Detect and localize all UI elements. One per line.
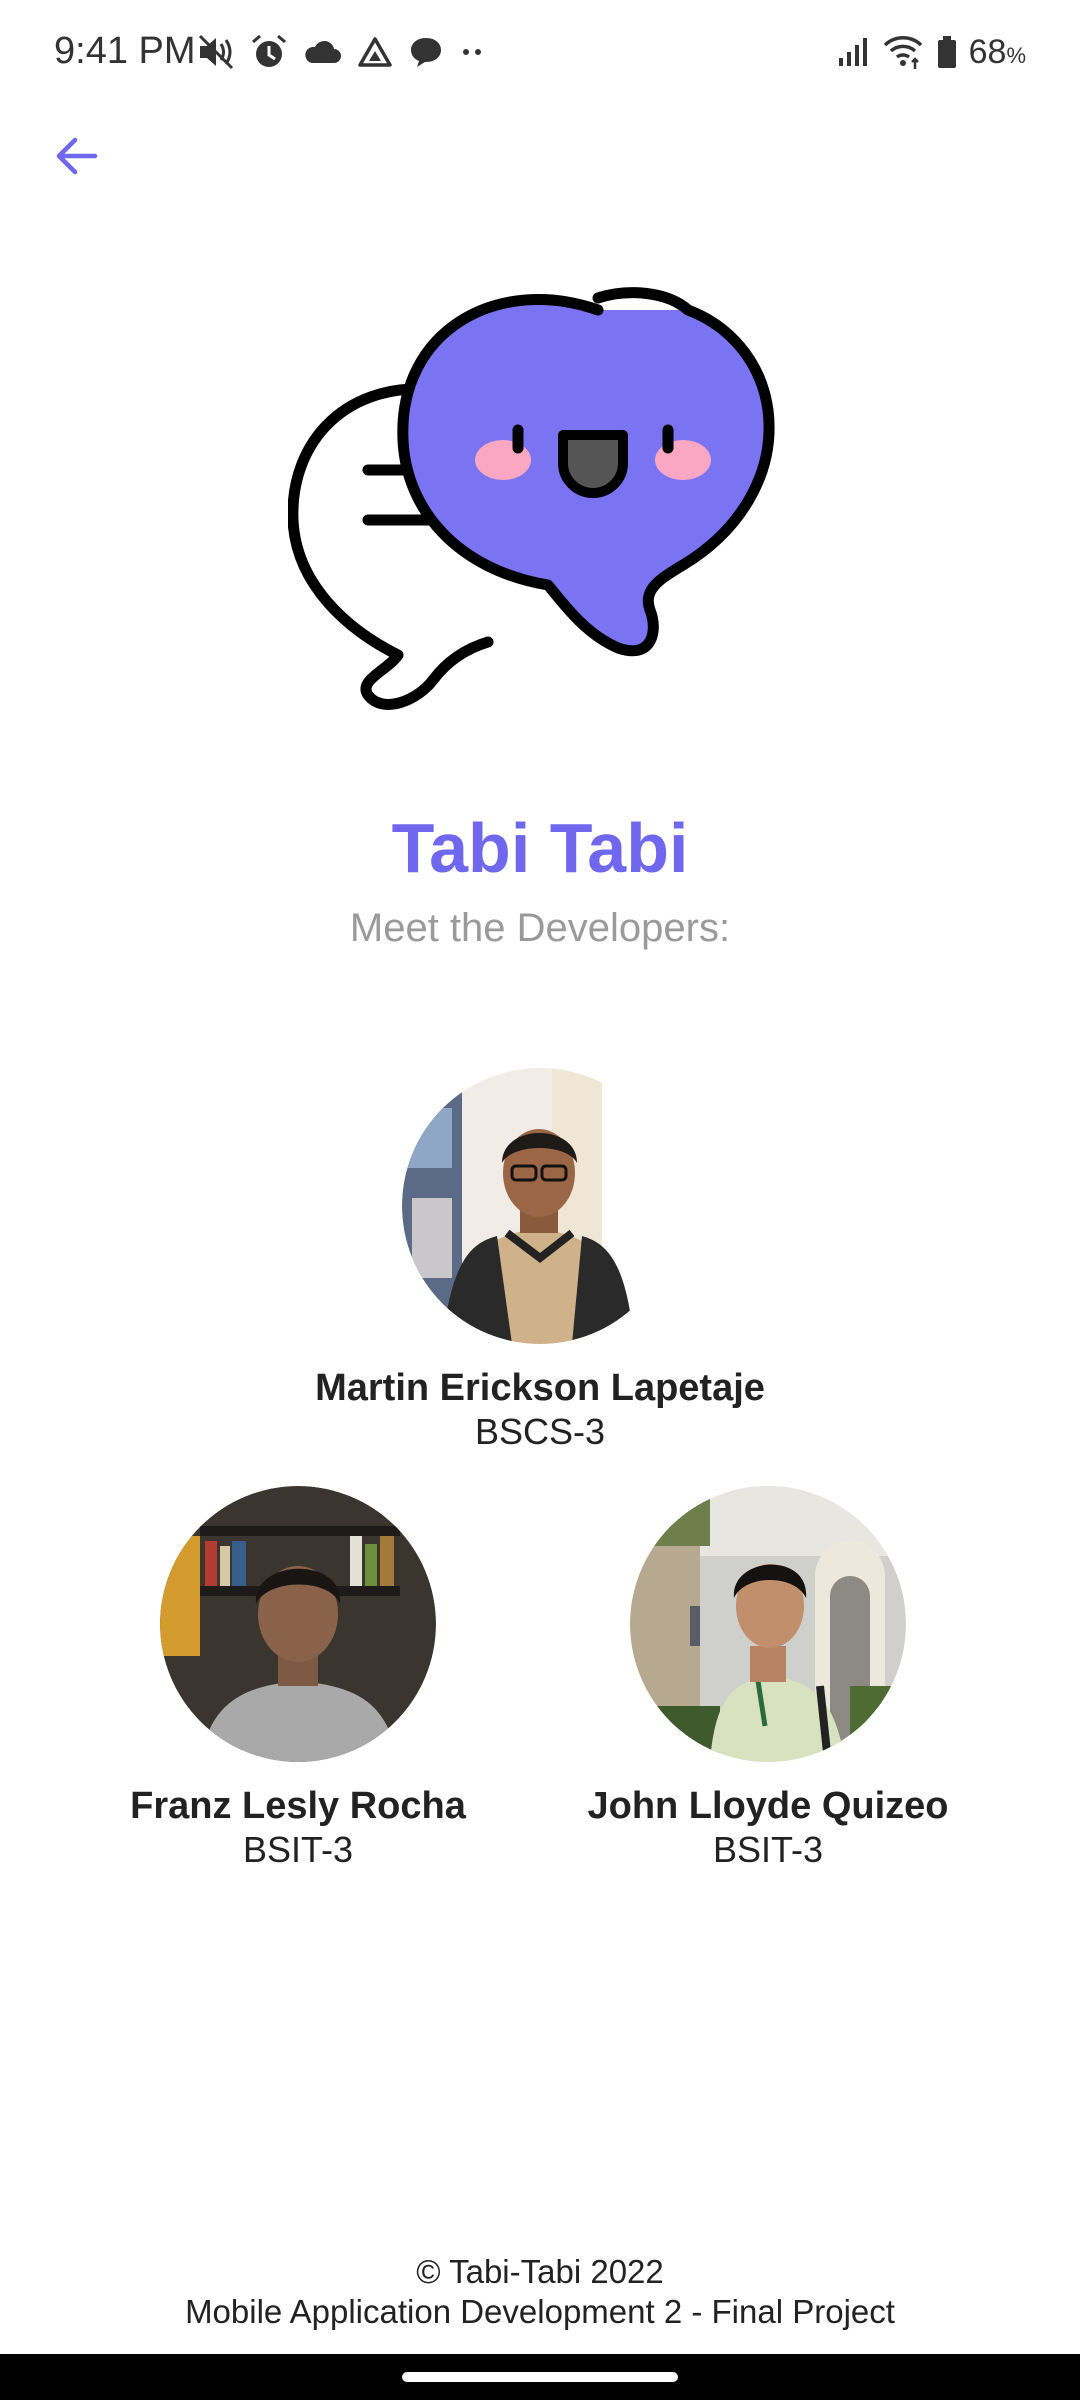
developer-name: Martin Erickson Lapetaje (315, 1367, 765, 1409)
status-time: 9:41 PM (54, 30, 196, 72)
footer: © Tabi-Tabi 2022 Mobile Application Deve… (0, 2252, 1080, 2332)
chat-icon (411, 38, 441, 67)
app-title: Tabi Tabi (391, 809, 689, 887)
back-button[interactable] (40, 120, 112, 192)
arrow-left-icon (56, 137, 98, 175)
developer-name: John Lloyde Quizeo (587, 1785, 949, 1827)
more-dots-icon (463, 49, 481, 55)
page-subtitle: Meet the Developers: (349, 906, 731, 950)
developer-photo (402, 1068, 678, 1344)
developer-photo (630, 1486, 906, 1762)
status-bar: 9:41 PM 68% (0, 0, 1080, 104)
mute-icon (198, 34, 234, 70)
drive-icon (358, 37, 392, 67)
battery-percentage: 68% (968, 32, 1026, 71)
footer-copyright: © Tabi-Tabi 2022 (416, 2253, 664, 2290)
developer-name: Franz Lesly Rocha (130, 1785, 466, 1827)
navigation-bar (0, 2354, 1080, 2400)
footer-project: Mobile Application Development 2 - Final… (185, 2293, 895, 2330)
app-logo (288, 287, 775, 710)
signal-icon (838, 38, 867, 66)
developer-photo (160, 1486, 436, 1762)
wifi-icon (883, 36, 922, 69)
status-icons-right: 68% (837, 30, 1026, 74)
battery-icon (937, 36, 956, 68)
cloud-icon (305, 40, 341, 63)
developer-card: John Lloyde Quizeo BSIT-3 (518, 1486, 1018, 1872)
home-gesture-handle[interactable] (402, 2372, 678, 2382)
developer-card: Franz Lesly Rocha BSIT-3 (48, 1486, 548, 1872)
developer-course: BSIT-3 (242, 1829, 354, 1870)
developer-course: BSIT-3 (712, 1829, 824, 1870)
alarm-icon (252, 34, 286, 67)
developer-card: Martin Erickson Lapetaje BSCS-3 (290, 1068, 790, 1454)
developer-course: BSCS-3 (474, 1411, 606, 1452)
status-icons-left (196, 30, 488, 74)
